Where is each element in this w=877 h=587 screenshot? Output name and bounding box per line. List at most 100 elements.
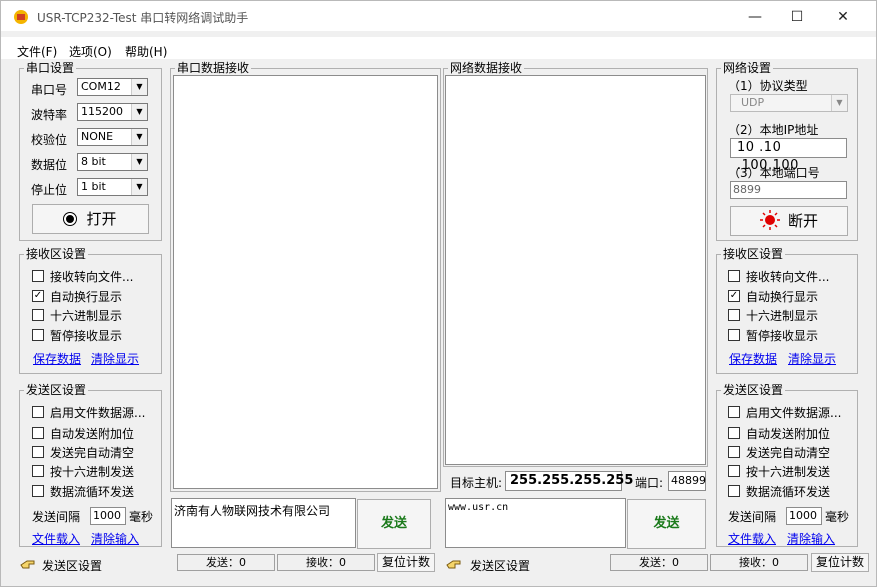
left-save-data-link[interactable]: 保存数据 (33, 350, 81, 367)
right-tx-option-autoclear: 发送完自动清空 (746, 446, 831, 460)
right-sent-counter: 发送：0 (610, 554, 708, 571)
right-interval-label: 发送间隔 (728, 510, 777, 524)
databits-select[interactable]: 8 bit ▼ (77, 153, 148, 171)
right-tx-checkbox-loop[interactable] (728, 485, 740, 497)
left-received-counter: 接收：0 (277, 554, 375, 571)
parity-label: 校验位 (31, 133, 68, 147)
local-port-input[interactable]: 8899 (730, 181, 847, 199)
left-sent-counter: 发送：0 (177, 554, 275, 571)
right-rx-checkbox-wrap[interactable]: ✓ (728, 290, 740, 302)
right-tx-option-append: 自动发送附加位 (746, 427, 831, 441)
left-tx-checkbox-autoclear[interactable] (32, 446, 44, 458)
left-interval-input[interactable]: 1000 (90, 507, 126, 525)
left-rx-checkbox-pause[interactable] (32, 329, 44, 341)
stopbits-select[interactable]: 1 bit ▼ (77, 178, 148, 196)
left-rx-option-hex: 十六进制显示 (50, 309, 123, 323)
left-tx-option-append: 自动发送附加位 (50, 427, 135, 441)
protocol-label: （1）协议类型 (728, 79, 808, 93)
chevron-down-icon: ▼ (831, 95, 847, 111)
left-rx-settings-legend: 接收区设置 (26, 247, 87, 261)
left-reset-count-button[interactable]: 复位计数 (377, 553, 435, 572)
target-port-label: 端口: (635, 476, 664, 490)
right-rx-settings-legend: 接收区设置 (723, 247, 784, 261)
close-button[interactable]: ✕ (823, 7, 863, 29)
left-tx-checkbox-file[interactable] (32, 406, 44, 418)
left-rx-checkbox-hex[interactable] (32, 309, 44, 321)
ip-input[interactable]: 10 .10 .100.100 (730, 138, 847, 173)
right-tx-checkbox-hex[interactable] (728, 465, 740, 477)
app-window: USR-TCP232-Test 串口转网络调试助手 — ☐ ✕ 文件(F) 选项… (0, 0, 877, 587)
left-interval-unit: 毫秒 (129, 510, 154, 524)
left-load-file-link[interactable]: 文件载入 (32, 530, 80, 547)
right-tx-checkbox-autoclear[interactable] (728, 446, 740, 458)
right-load-file-link[interactable]: 文件载入 (728, 530, 776, 547)
right-clear-input-link[interactable]: 清除输入 (787, 530, 835, 547)
chevron-down-icon: ▼ (131, 79, 147, 95)
open-port-button[interactable]: 打开 (32, 204, 149, 234)
local-port-label: （3）本地端口号 (728, 166, 820, 180)
net-send-button[interactable]: 发送 (627, 499, 706, 549)
serial-receive-text[interactable] (173, 75, 438, 489)
databits-label: 数据位 (31, 158, 68, 172)
left-tx-option-hex: 按十六进制发送 (50, 465, 135, 479)
left-rx-option-pause: 暂停接收显示 (50, 329, 123, 343)
hand-pointer-icon (19, 555, 39, 573)
left-rx-checkbox-file[interactable] (32, 270, 44, 282)
baud-label: 波特率 (31, 108, 68, 122)
menu-options[interactable]: 选项(O) (69, 43, 112, 60)
red-indicator-icon (759, 210, 780, 239)
left-tx-option-loop: 数据流循环发送 (50, 485, 135, 499)
net-receive-text[interactable] (445, 75, 706, 465)
left-rx-checkbox-wrap[interactable]: ✓ (32, 290, 44, 302)
left-tx-option-autoclear: 发送完自动清空 (50, 446, 135, 460)
right-rx-option-wrap: 自动换行显示 (746, 290, 819, 304)
baud-select[interactable]: 115200 ▼ (77, 103, 148, 121)
minimize-button[interactable]: — (735, 7, 775, 29)
right-clear-display-link[interactable]: 清除显示 (788, 350, 836, 367)
right-rx-option-file: 接收转向文件... (746, 270, 830, 284)
port-select[interactable]: COM12 ▼ (77, 78, 148, 96)
ip-label: （2）本地IP地址 (728, 123, 819, 137)
serial-send-button[interactable]: 发送 (357, 499, 431, 549)
right-interval-unit: 毫秒 (825, 510, 850, 524)
left-tx-checkbox-append[interactable] (32, 427, 44, 439)
chevron-down-icon: ▼ (131, 179, 147, 195)
right-interval-input[interactable]: 1000 (786, 507, 822, 525)
stopbits-label: 停止位 (31, 183, 68, 197)
port-label: 串口号 (31, 83, 68, 97)
disconnect-button[interactable]: 断开 (730, 206, 848, 236)
serial-receive-legend: 串口数据接收 (177, 61, 250, 75)
target-port-input[interactable]: 48899 (668, 471, 706, 491)
parity-select[interactable]: NONE ▼ (77, 128, 148, 146)
window-title: USR-TCP232-Test 串口转网络调试助手 (37, 11, 249, 25)
left-rx-option-file: 接收转向文件... (50, 270, 134, 284)
right-rx-checkbox-pause[interactable] (728, 329, 740, 341)
target-host-label: 目标主机: (450, 476, 503, 490)
serial-settings-legend: 串口设置 (26, 61, 75, 75)
right-tx-option-file: 启用文件数据源... (746, 406, 842, 420)
right-save-data-link[interactable]: 保存数据 (729, 350, 777, 367)
target-host-input[interactable]: 255.255.255.255 (505, 471, 633, 491)
left-clear-input-link[interactable]: 清除输入 (91, 530, 139, 547)
left-interval-label: 发送间隔 (32, 510, 81, 524)
right-reset-count-button[interactable]: 复位计数 (811, 553, 869, 572)
right-rx-option-pause: 暂停接收显示 (746, 329, 819, 343)
net-receive-legend: 网络数据接收 (450, 61, 523, 75)
right-status-label: 发送区设置 (470, 559, 531, 573)
left-clear-display-link[interactable]: 清除显示 (91, 350, 139, 367)
left-tx-checkbox-loop[interactable] (32, 485, 44, 497)
protocol-select[interactable]: UDP ▼ (730, 94, 848, 112)
serial-send-input[interactable]: 济南有人物联网技术有限公司 (171, 498, 356, 548)
menu-help[interactable]: 帮助(H) (125, 43, 167, 60)
menu-file[interactable]: 文件(F) (17, 43, 57, 60)
left-tx-settings-legend: 发送区设置 (26, 383, 87, 397)
right-received-counter: 接收：0 (710, 554, 808, 571)
right-tx-checkbox-file[interactable] (728, 406, 740, 418)
net-send-input[interactable]: www.usr.cn (445, 498, 626, 548)
left-tx-checkbox-hex[interactable] (32, 465, 44, 477)
maximize-button[interactable]: ☐ (777, 7, 817, 29)
right-tx-checkbox-append[interactable] (728, 427, 740, 439)
chevron-down-icon: ▼ (131, 154, 147, 170)
right-rx-checkbox-file[interactable] (728, 270, 740, 282)
right-rx-checkbox-hex[interactable] (728, 309, 740, 321)
